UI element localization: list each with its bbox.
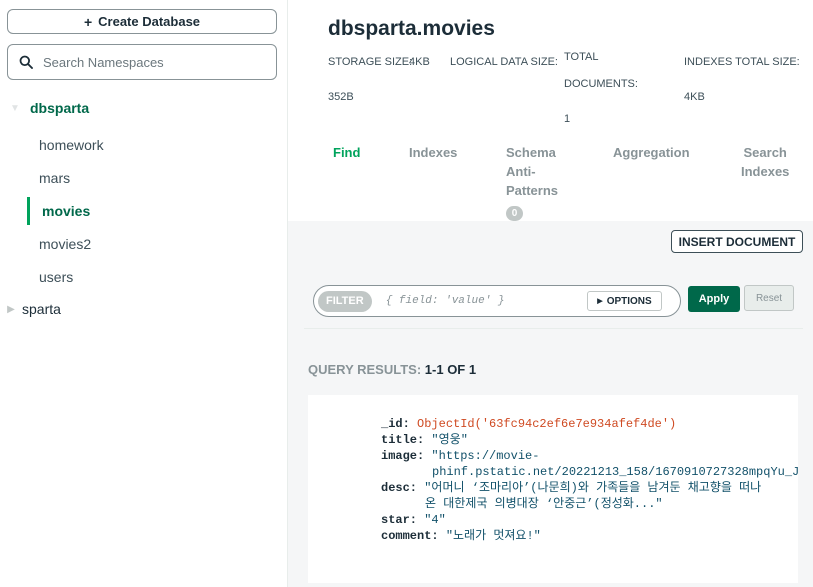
tab-search-indexes[interactable]: Search Indexes [741, 143, 789, 181]
apply-button[interactable]: Apply [688, 286, 740, 312]
caret-down-icon[interactable]: ▼ [0, 103, 30, 114]
options-button[interactable]: ▶ OPTIONS [587, 291, 662, 311]
tab-schema-anti-patterns[interactable]: Schema Anti- Patterns 0 [506, 143, 558, 221]
search-namespaces-field[interactable] [7, 44, 277, 80]
field-key: image: [381, 449, 425, 463]
field-key: _id: [381, 417, 410, 431]
database-name: sparta [22, 301, 61, 317]
field-key: desc: [381, 481, 418, 495]
create-database-button[interactable]: + Create Database [7, 9, 277, 34]
tab-label-line-1: Search [743, 145, 787, 160]
tab-indexes[interactable]: Indexes [409, 143, 457, 162]
options-label: OPTIONS [606, 295, 652, 307]
field-desc-cont: 온 대한제국 의병대장 ‘안중근’(정성화..." [425, 497, 663, 511]
field-image: image: "https://movie- [381, 448, 539, 464]
field-value: "노래가 멋져요!" [445, 529, 541, 543]
tab-find[interactable]: Find [333, 143, 360, 162]
collection-name: mars [39, 170, 71, 186]
field-star: star: "4" [381, 512, 446, 528]
schema-count-badge: 0 [506, 206, 523, 221]
total-docs-label-2: DOCUMENTS: [564, 78, 638, 90]
search-icon [19, 55, 33, 69]
collection-item-users[interactable]: users [27, 263, 287, 291]
indexes-size-value: 4KB [684, 91, 705, 103]
field-value: "https://movie- [431, 449, 540, 463]
tab-label-line-2: Anti- [506, 164, 536, 179]
sidebar: + Create Database ▼ dbsparta homework ma… [0, 0, 288, 587]
field-key: star: [381, 513, 418, 527]
field-value: ObjectId('63fc94c2ef6e7e934afef4de') [417, 417, 677, 431]
collection-name: users [39, 269, 74, 285]
documents-view: INSERT DOCUMENT FILTER { field: 'value' … [288, 221, 813, 587]
tab-label-line-2: Indexes [741, 164, 790, 179]
collection-item-mars[interactable]: mars [27, 164, 287, 192]
database-item-sparta[interactable]: ▶ sparta [0, 295, 287, 323]
field-key: comment: [381, 529, 439, 543]
field-value: "어머니 ‘조마리아’(나문희)와 가족들을 남겨둔 채고향을 떠나 [424, 481, 762, 495]
search-namespaces-input[interactable] [43, 54, 263, 70]
field-key: title: [381, 433, 425, 447]
field-comment: comment: "노래가 멋져요!" [381, 528, 541, 544]
insert-document-button[interactable]: INSERT DOCUMENT [671, 230, 803, 253]
filter-input[interactable]: { field: 'value' } [386, 295, 596, 307]
field-id: _id: ObjectId('63fc94c2ef6e7e934afef4de'… [381, 416, 676, 432]
plus-icon: + [83, 13, 93, 30]
query-results-count: 1-1 OF 1 [424, 362, 477, 377]
field-image-cont: phinf.pstatic.net/20221213_158/167091072… [432, 465, 798, 479]
tab-label-line-3: Patterns [506, 183, 559, 198]
field-desc: desc: "어머니 ‘조마리아’(나문희)와 가족들을 남겨둔 채고향을 떠나 [381, 480, 761, 496]
collection-name: movies2 [39, 236, 92, 252]
logical-size-label: LOGICAL DATA SIZE: [450, 56, 558, 68]
document-card[interactable]: _id: ObjectId('63fc94c2ef6e7e934afef4de'… [308, 395, 798, 583]
storage-size-value: 4KB [409, 56, 430, 68]
collection-item-homework[interactable]: homework [27, 131, 287, 159]
tab-label: Indexes [409, 145, 458, 160]
filter-chip: FILTER [318, 290, 372, 312]
collection-name: homework [39, 137, 104, 153]
query-results-summary: QUERY RESULTS: 1-1 OF 1 [308, 362, 476, 377]
page-title: dbsparta.movies [328, 17, 495, 40]
divider [304, 328, 803, 329]
logical-size-value: 352B [328, 91, 354, 103]
collection-item-movies2[interactable]: movies2 [27, 230, 287, 258]
caret-right-icon: ▶ [597, 298, 603, 305]
create-database-label: Create Database [98, 14, 201, 29]
query-results-label: QUERY RESULTS: [308, 362, 422, 377]
tab-label: Find [333, 145, 361, 160]
tab-aggregation[interactable]: Aggregation [613, 143, 690, 162]
database-name: dbsparta [30, 100, 90, 116]
filter-bar[interactable]: FILTER { field: 'value' } ▶ OPTIONS [313, 285, 681, 317]
total-docs-value: 1 [564, 113, 571, 125]
indexes-size-label: INDEXES TOTAL SIZE: [684, 56, 800, 68]
tab-label: Aggregation [613, 145, 690, 160]
database-item-dbsparta[interactable]: ▼ dbsparta [0, 94, 287, 122]
caret-right-icon[interactable]: ▶ [0, 304, 22, 315]
field-title: title: "영웅" [381, 432, 468, 448]
field-value: "영웅" [431, 433, 468, 447]
collection-name: movies [42, 203, 91, 219]
reset-button[interactable]: Reset [744, 285, 794, 311]
field-value: "4" [424, 513, 446, 527]
tab-label-line-1: Schema [506, 145, 556, 160]
collection-item-movies[interactable]: movies [27, 197, 287, 225]
storage-size-label: STORAGE SIZE: [328, 56, 413, 68]
total-docs-label: TOTAL [564, 51, 599, 63]
main-panel: dbsparta.movies STORAGE SIZE: 4KB LOGICA… [288, 0, 813, 587]
